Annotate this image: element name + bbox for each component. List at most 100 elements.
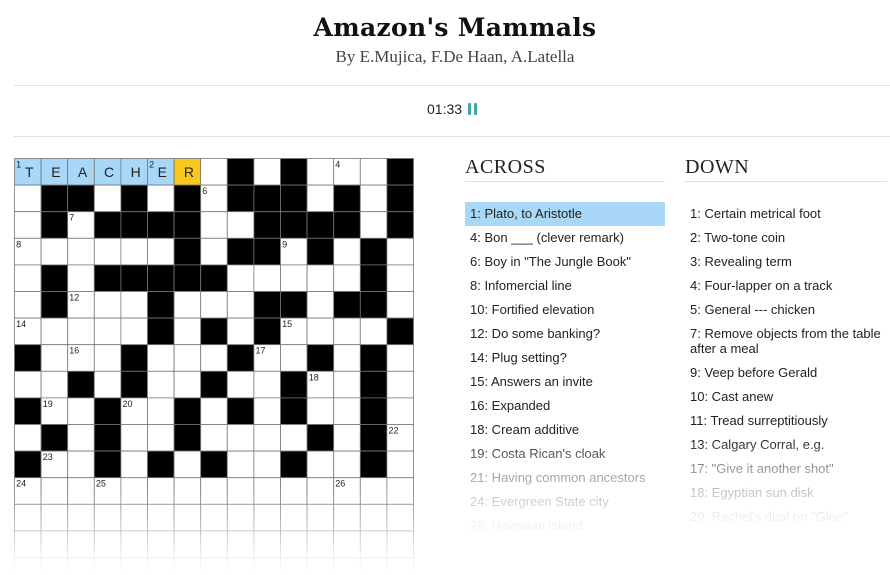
grid-cell[interactable]: [147, 344, 175, 372]
grid-cell[interactable]: [333, 237, 361, 266]
grid-cell[interactable]: [67, 530, 95, 558]
grid-cell[interactable]: [147, 477, 175, 505]
grid-cell[interactable]: [14, 211, 42, 239]
grid-cell[interactable]: [226, 211, 255, 239]
grid-cell[interactable]: [333, 264, 361, 292]
grid-cell[interactable]: [120, 557, 148, 575]
grid-cell[interactable]: [200, 477, 228, 505]
grid-cell[interactable]: [226, 450, 255, 479]
grid-cell[interactable]: [253, 530, 281, 558]
grid-cell[interactable]: [173, 450, 202, 479]
grid-cell[interactable]: [120, 291, 148, 319]
grid-cell[interactable]: [280, 477, 308, 505]
grid-cell[interactable]: [147, 557, 175, 575]
grid-cell[interactable]: [386, 370, 414, 399]
grid-cell[interactable]: [306, 530, 335, 558]
crossword-grid[interactable]: 1 T E A C H 2 E R 4678 91214 1516 171819 20222324 25 26: [14, 158, 414, 575]
grid-cell[interactable]: [280, 264, 308, 292]
grid-cell[interactable]: [333, 317, 361, 346]
grid-cell[interactable]: [386, 397, 414, 425]
grid-cell[interactable]: [306, 477, 335, 505]
grid-cell[interactable]: [359, 184, 388, 213]
grid-cell[interactable]: [253, 503, 281, 532]
grid-cell[interactable]: [147, 530, 175, 558]
grid-cell[interactable]: [14, 291, 42, 319]
down-clue[interactable]: 1: Certain metrical foot: [685, 202, 887, 226]
grid-cell[interactable]: [280, 424, 308, 452]
grid-cell[interactable]: [14, 557, 42, 575]
grid-cell[interactable]: [359, 317, 388, 346]
grid-cell[interactable]: [147, 503, 175, 532]
grid-cell[interactable]: [14, 424, 42, 452]
grid-cell[interactable]: [253, 557, 281, 575]
down-clue[interactable]: 18: Egyptian sun disk: [685, 481, 887, 505]
grid-cell[interactable]: [253, 264, 281, 292]
grid-cell[interactable]: [200, 530, 228, 558]
grid-cell[interactable]: [333, 344, 361, 372]
grid-cell[interactable]: [173, 370, 202, 399]
grid-cell[interactable]: [333, 424, 361, 452]
grid-cell[interactable]: [386, 344, 414, 372]
grid-cell[interactable]: [173, 477, 202, 505]
grid-cell[interactable]: [173, 344, 202, 372]
grid-cell[interactable]: [386, 503, 414, 532]
down-clue[interactable]: 7: Remove objects from the table after a…: [685, 322, 887, 361]
grid-cell[interactable]: [173, 291, 202, 319]
grid-cell[interactable]: [226, 317, 255, 346]
grid-cell[interactable]: [359, 557, 388, 575]
grid-cell[interactable]: [226, 264, 255, 292]
down-clue[interactable]: 4: Four-lapper on a track: [685, 274, 887, 298]
grid-cell[interactable]: [14, 530, 42, 558]
down-clue[interactable]: 3: Revealing term: [685, 250, 887, 274]
grid-cell[interactable]: [200, 211, 228, 239]
grid-cell[interactable]: [359, 211, 388, 239]
down-clue[interactable]: 2: Two-tone coin: [685, 226, 887, 250]
grid-cell[interactable]: [200, 397, 228, 425]
across-clue[interactable]: 1: Plato, to Aristotle: [465, 202, 665, 226]
across-clue[interactable]: 19: Costa Rican's cloak: [465, 442, 665, 466]
down-clue[interactable]: 5: General --- chicken: [685, 298, 887, 322]
grid-cell[interactable]: [359, 477, 388, 505]
grid-cell[interactable]: [386, 477, 414, 505]
grid-cell[interactable]: [200, 291, 228, 319]
across-clue[interactable]: 4: Bon ___ (clever remark): [465, 226, 665, 250]
grid-cell[interactable]: [67, 237, 95, 266]
grid-cell[interactable]: [93, 557, 122, 575]
grid-cell[interactable]: [14, 503, 42, 532]
grid-cell[interactable]: [333, 557, 361, 575]
across-clue[interactable]: 26: Hawaiian island: [465, 514, 665, 538]
grid-cell[interactable]: [226, 557, 255, 575]
grid-cell[interactable]: [386, 264, 414, 292]
grid-cell[interactable]: [93, 530, 122, 558]
grid-cell[interactable]: [200, 344, 228, 372]
grid-cell[interactable]: [173, 317, 202, 346]
across-clue-list[interactable]: 1: Plato, to Aristotle 4: Bon ___ (clever…: [465, 202, 665, 547]
grid-cell[interactable]: [226, 424, 255, 452]
grid-cell[interactable]: [93, 317, 122, 346]
grid-cell[interactable]: [333, 530, 361, 558]
grid-cell[interactable]: [67, 557, 95, 575]
grid-cell[interactable]: [280, 503, 308, 532]
across-clue[interactable]: 8: Infomercial line: [465, 274, 665, 298]
grid-cell[interactable]: [253, 424, 281, 452]
grid-cell[interactable]: [120, 530, 148, 558]
down-clue[interactable]: 11: Tread surreptitiously: [685, 409, 887, 433]
grid-cell[interactable]: [306, 184, 335, 213]
grid-cell[interactable]: [40, 530, 69, 558]
down-clue-list[interactable]: 1: Certain metrical foot 2: Two-tone coin…: [685, 202, 887, 539]
grid-cell[interactable]: [333, 450, 361, 479]
grid-cell[interactable]: [93, 291, 122, 319]
grid-cell[interactable]: [40, 557, 69, 575]
grid-cell[interactable]: [147, 237, 175, 266]
across-clue[interactable]: 21: Having common ancestors: [465, 466, 665, 490]
grid-cell[interactable]: [386, 450, 414, 479]
grid-cell[interactable]: [40, 237, 69, 266]
across-clue[interactable]: 10: Fortified elevation: [465, 298, 665, 322]
grid-cell[interactable]: [67, 317, 95, 346]
grid-cell[interactable]: [147, 370, 175, 399]
down-clue[interactable]: 13: Calgary Corral, e.g.: [685, 433, 887, 457]
grid-cell[interactable]: [306, 503, 335, 532]
grid-cell[interactable]: [280, 344, 308, 372]
across-clue[interactable]: 18: Cream additive: [465, 418, 665, 442]
grid-cell[interactable]: [333, 503, 361, 532]
